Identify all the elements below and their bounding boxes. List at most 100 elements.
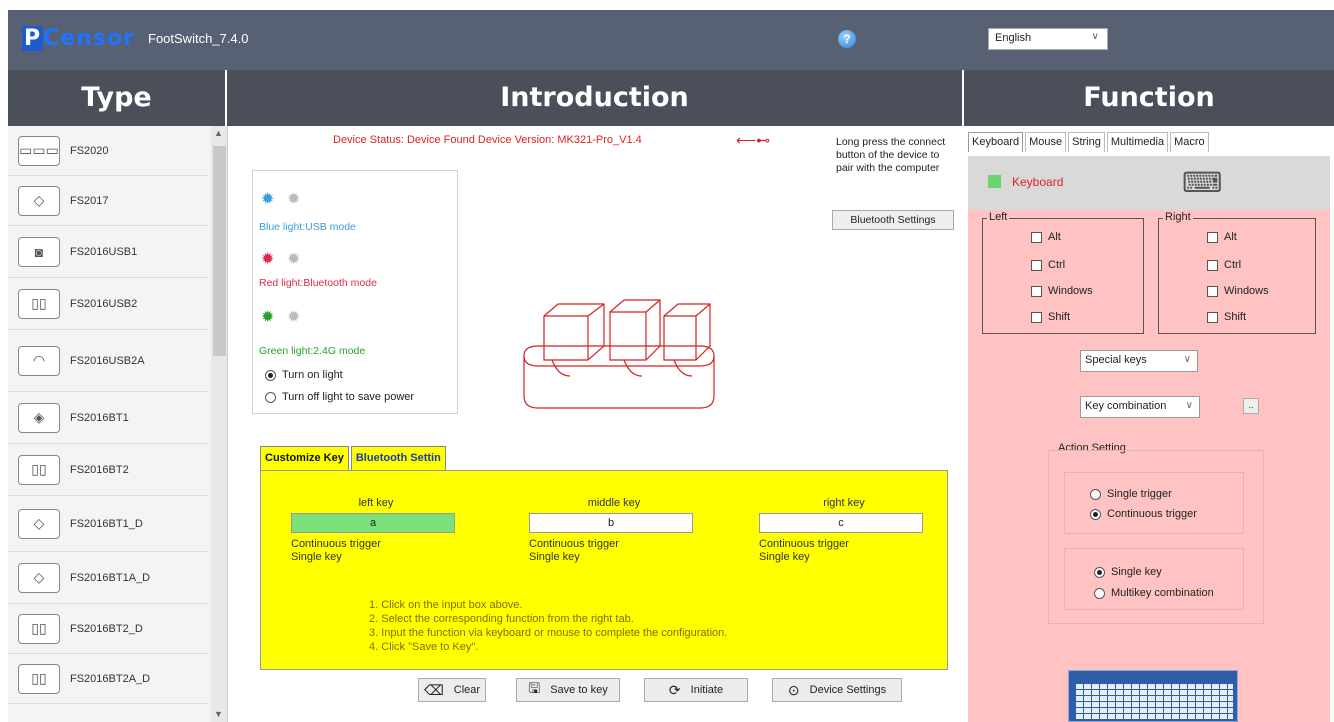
button-label: Save to key: [550, 684, 608, 696]
right-alt-checkbox[interactable]: Alt: [1207, 231, 1237, 243]
single-trigger-radio[interactable]: Single trigger: [1090, 488, 1172, 500]
double-pedal-icon: ▯▯: [18, 613, 60, 644]
checkbox-label: Shift: [1048, 311, 1071, 323]
checkbox-label: Windows: [1224, 285, 1269, 297]
initiate-button[interactable]: ⟳ Initiate: [644, 678, 748, 702]
virtual-keyboard-icon[interactable]: [1068, 670, 1238, 722]
keyboard-function-body: Keyboard ⌨ Left Alt Ctrl Windows Shift R…: [968, 156, 1330, 722]
type-item-fs2016bt2[interactable]: ▯▯ FS2016BT2: [8, 444, 208, 496]
left-key-column: left key a Continuous trigger Single key: [291, 497, 461, 564]
middle-key-title: middle key: [587, 497, 641, 509]
function-header: Function: [964, 70, 1334, 126]
middle-key-input[interactable]: b: [529, 513, 693, 533]
double-pedal-icon: ▯▯: [18, 288, 60, 319]
keyboard-header-strip: Keyboard ⌨: [968, 156, 1330, 210]
turn-on-light-radio[interactable]: Turn on light: [265, 369, 343, 381]
type-label: FS2020: [70, 144, 109, 157]
light-off-icon: ✹: [287, 251, 301, 268]
type-item-fs2016bt1a-d[interactable]: ◇ FS2016BT1A_D: [8, 552, 208, 604]
radio-label: Turn off light to save power: [282, 391, 415, 403]
tab-macro[interactable]: Macro: [1170, 132, 1209, 152]
virtual-keyboard-keys: [1075, 683, 1233, 719]
right-key-trigger: Continuous trigger: [759, 538, 849, 550]
type-item-fs2016bt2a-d[interactable]: ▯▯ FS2016BT2A_D: [8, 654, 208, 704]
device-status: Device Status: Device Found Device Versi…: [333, 134, 642, 146]
right-shift-checkbox[interactable]: Shift: [1207, 311, 1246, 323]
single-key-radio[interactable]: Single key: [1094, 566, 1162, 578]
middle-key-column: middle key b Continuous trigger Single k…: [529, 497, 699, 564]
type-item-fs2016bt1-d[interactable]: ◇ FS2016BT1_D: [8, 496, 208, 552]
type-item-fs2020[interactable]: ▭▭▭ FS2020: [8, 126, 208, 176]
right-key-column: right key c Continuous trigger Single ke…: [759, 497, 929, 564]
tab-string[interactable]: String: [1068, 132, 1105, 152]
type-label: FS2017: [70, 194, 109, 207]
tab-customize-key[interactable]: Customize Key: [260, 446, 349, 470]
instruction-line: 3. Input the function via keyboard or mo…: [369, 627, 728, 639]
radio-label: Multikey combination: [1111, 587, 1214, 599]
light-off-icon: ✹: [287, 191, 301, 208]
broom-icon: ⌫: [423, 681, 444, 698]
continuous-trigger-radio[interactable]: Continuous trigger: [1090, 508, 1197, 520]
type-label: FS2016USB2: [70, 297, 138, 310]
tab-multimedia[interactable]: Multimedia: [1106, 132, 1169, 152]
checkbox-box: [1031, 285, 1042, 297]
left-ctrl-checkbox[interactable]: Ctrl: [1031, 259, 1065, 271]
clear-button[interactable]: ⌫ Clear: [418, 678, 486, 702]
double-pedal-icon: ▯▯: [18, 454, 60, 485]
tab-mouse[interactable]: Mouse: [1025, 132, 1067, 152]
device-settings-button[interactable]: ⊙ Device Settings: [772, 678, 902, 702]
radio-unselected: [1094, 587, 1105, 599]
save-icon: 🖫: [528, 680, 541, 696]
pedal-icon: ◇: [18, 562, 60, 593]
type-item-fs2016bt2-d[interactable]: ▯▯ FS2016BT2_D: [8, 604, 208, 654]
multikey-combination-radio[interactable]: Multikey combination: [1094, 587, 1214, 599]
type-list-scrollbar[interactable]: ▲ ▼: [211, 126, 227, 722]
left-windows-checkbox[interactable]: Windows: [1031, 285, 1093, 297]
left-key-mode: Single key: [291, 551, 342, 563]
right-ctrl-checkbox[interactable]: Ctrl: [1207, 259, 1241, 271]
type-item-fs2016bt1[interactable]: ◈ FS2016BT1: [8, 392, 208, 444]
right-windows-checkbox[interactable]: Windows: [1207, 285, 1269, 297]
left-key-input[interactable]: a: [291, 513, 455, 533]
scroll-down-icon[interactable]: ▼: [214, 709, 223, 719]
key-combination-select[interactable]: Key combination ∨: [1080, 396, 1200, 418]
chevron-down-icon: ∨: [1185, 400, 1193, 411]
right-key-input[interactable]: c: [759, 513, 923, 533]
right-modifiers-group: Right Alt Ctrl Windows Shift: [1158, 211, 1316, 334]
checkbox-label: Ctrl: [1224, 259, 1242, 271]
checkbox-box: [1207, 311, 1218, 323]
blue-light-label: Blue light:USB mode: [259, 221, 356, 233]
type-label: FS2016BT2A_D: [70, 672, 151, 685]
type-item-fs2016usb1[interactable]: ◙ FS2016USB1: [8, 226, 208, 278]
pedal-icon: ◠: [18, 345, 60, 376]
help-icon[interactable]: ?: [838, 30, 856, 48]
more-button[interactable]: ..: [1243, 398, 1259, 414]
type-item-fs2017[interactable]: ◇ FS2017: [8, 176, 208, 226]
left-alt-checkbox[interactable]: Alt: [1031, 231, 1061, 243]
tab-keyboard[interactable]: Keyboard: [968, 132, 1024, 152]
checkbox-label: Shift: [1224, 311, 1247, 323]
instruction-line: 1. Click on the input box above.: [369, 599, 523, 611]
checkbox-box: [1207, 231, 1218, 243]
bluetooth-settings-button[interactable]: Bluetooth Settings: [832, 210, 954, 230]
blue-light-icon: ✹: [261, 191, 275, 208]
pedal-icon: ◇: [18, 508, 60, 539]
checkbox-label: Alt: [1224, 231, 1237, 243]
special-keys-select[interactable]: Special keys ∨: [1080, 350, 1198, 372]
pair-instructions: Long press the connect button of the dev…: [836, 136, 946, 174]
type-item-fs2016usb2[interactable]: ▯▯ FS2016USB2: [8, 278, 208, 330]
left-shift-checkbox[interactable]: Shift: [1031, 311, 1070, 323]
tab-bluetooth-settings[interactable]: Bluetooth Settin: [350, 446, 446, 470]
language-select[interactable]: English ∨: [988, 28, 1108, 50]
checkbox-box: [1031, 311, 1042, 323]
reset-icon: ⟳: [668, 681, 681, 698]
select-value: Key combination: [1085, 400, 1167, 412]
scrollbar-thumb[interactable]: [213, 146, 226, 356]
red-light-label: Red light:Bluetooth mode: [259, 277, 377, 289]
scroll-up-icon[interactable]: ▲: [214, 128, 223, 138]
right-key-title: right key: [823, 497, 865, 509]
type-item-fs2016usb2a[interactable]: ◠ FS2016USB2A: [8, 330, 208, 392]
turn-off-light-radio[interactable]: Turn off light to save power: [265, 391, 414, 403]
radio-label: Turn on light: [282, 369, 343, 381]
save-to-key-button[interactable]: 🖫 Save to key: [516, 678, 620, 702]
